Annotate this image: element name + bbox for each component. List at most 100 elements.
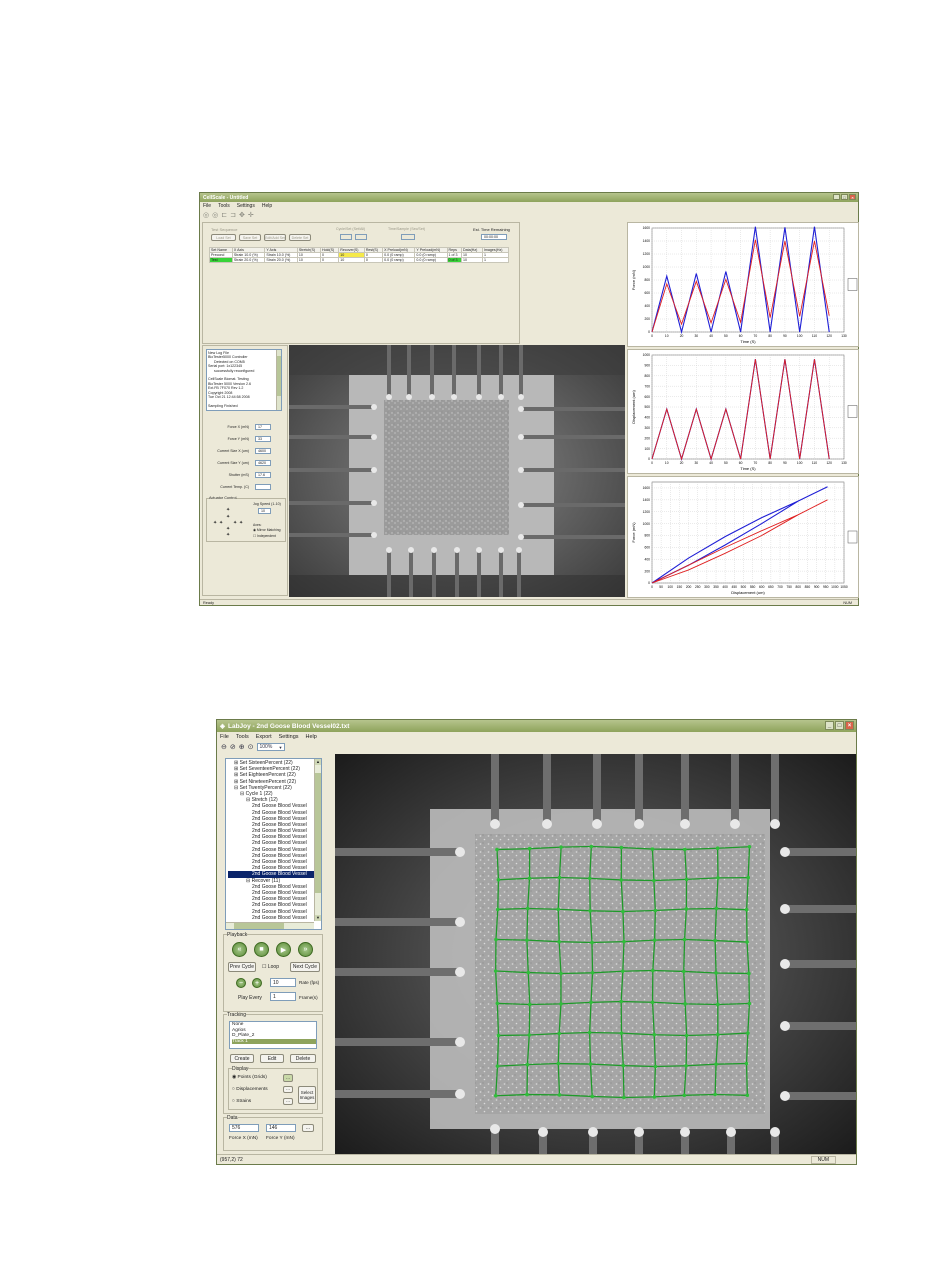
tracking-point[interactable]: [557, 939, 561, 944]
tree-scroll-thumb[interactable]: [315, 773, 321, 893]
tracking-point[interactable]: [653, 1064, 658, 1069]
rate-field[interactable]: 10: [270, 978, 296, 987]
tracking-point[interactable]: [714, 1062, 718, 1066]
tracking-point[interactable]: [716, 1032, 720, 1037]
edit-button[interactable]: Edit: [260, 1054, 284, 1063]
points-options-button[interactable]: ...: [283, 1074, 293, 1082]
delete-button[interactable]: Delete: [290, 1054, 316, 1063]
tracking-point[interactable]: [527, 1033, 532, 1037]
log-box[interactable]: New Log File BioTester5000 Controller Dete…: [206, 349, 282, 411]
tracking-point[interactable]: [588, 1062, 593, 1066]
menu-help[interactable]: Help: [262, 203, 272, 209]
menu-tools[interactable]: Tools: [236, 734, 249, 740]
tracking-point[interactable]: [527, 1002, 532, 1007]
tracking-point[interactable]: [557, 1093, 562, 1097]
stop-button[interactable]: ■: [254, 942, 269, 957]
tracked-image-view[interactable]: [335, 754, 856, 1154]
tracking-point[interactable]: [589, 1000, 593, 1005]
log-scrollbar[interactable]: [276, 350, 281, 410]
tracking-point[interactable]: [684, 1063, 688, 1068]
tracking-point[interactable]: [588, 909, 592, 913]
tree-hscroll-thumb[interactable]: [234, 923, 284, 929]
tracking-point[interactable]: [684, 907, 689, 911]
tracking-point[interactable]: [713, 938, 717, 943]
tracking-point[interactable]: [744, 1061, 749, 1066]
tracking-point[interactable]: [557, 1031, 562, 1036]
tracking-point[interactable]: [715, 846, 720, 851]
delete-set-button[interactable]: Delete Set: [289, 234, 311, 241]
table-row[interactable]: Test Strain 20.0 (%) Strain 20.0 (%) 10 0 10 0…: [209, 257, 510, 263]
tracking-point[interactable]: [619, 878, 624, 882]
tracking-point[interactable]: [622, 1095, 626, 1100]
tree-item[interactable]: 2nd Goose Blood Vessel: [228, 915, 319, 921]
move-icon[interactable]: ✥: [239, 211, 245, 220]
up-small-arrow-icon[interactable]: ✦: [226, 514, 230, 520]
up-arrow-icon[interactable]: ✦: [226, 507, 230, 513]
tracking-point[interactable]: [590, 970, 595, 975]
menu-settings[interactable]: Settings: [237, 203, 255, 209]
points-radio[interactable]: ◉ Points (Grids): [232, 1075, 267, 1080]
tracking-point[interactable]: [556, 1061, 561, 1066]
right-arrow-icon[interactable]: ✦: [239, 520, 243, 526]
tracking-point[interactable]: [652, 938, 657, 942]
tracking-point[interactable]: [527, 876, 532, 881]
tracking-point[interactable]: [559, 1002, 563, 1006]
menu-tools[interactable]: Tools: [218, 203, 230, 209]
stop-icon[interactable]: ◎: [212, 211, 218, 220]
tracking-point[interactable]: [496, 878, 501, 882]
tracking-point[interactable]: [559, 845, 563, 849]
zoom-out-icon[interactable]: ⊖: [221, 743, 227, 751]
tracking-list[interactable]: None Agrios D_Plate_2 Track 1: [229, 1021, 317, 1049]
independent-checkbox[interactable]: ☐ Independent: [253, 534, 276, 538]
tracking-point[interactable]: [587, 1030, 592, 1035]
tracking-point[interactable]: [652, 878, 656, 883]
tracking-point[interactable]: [590, 940, 594, 945]
tracking-point[interactable]: [746, 1031, 750, 1035]
chart-options-button[interactable]: [847, 405, 858, 418]
right-small-arrow-icon[interactable]: ✦: [233, 520, 237, 526]
displacements-options-button[interactable]: ...: [283, 1086, 293, 1093]
edit-set-button[interactable]: Edit/Add Set: [264, 234, 286, 241]
tracking-point[interactable]: [622, 939, 626, 944]
minimize-button[interactable]: _: [825, 721, 834, 730]
tracking-point[interactable]: [683, 1002, 687, 1006]
run-icon[interactable]: ◎: [203, 211, 209, 220]
image-tree[interactable]: ⊞ Set SixteenPercent (22) ⊞ Set Seventeen…: [225, 758, 322, 930]
tracking-point[interactable]: [745, 1093, 750, 1098]
live-camera-view[interactable]: [289, 345, 625, 597]
tracking-point[interactable]: [525, 906, 530, 911]
close-button[interactable]: ×: [849, 194, 856, 200]
chevron-down-icon[interactable]: ▼: [279, 745, 283, 750]
save-icon[interactable]: ⊐: [230, 211, 236, 220]
tracking-point[interactable]: [652, 1095, 657, 1099]
tree-hscrollbar[interactable]: [226, 922, 314, 929]
tracking-point[interactable]: [621, 1063, 626, 1068]
close-button[interactable]: ×: [845, 721, 854, 730]
loop-checkbox[interactable]: ☐ Loop: [262, 964, 279, 970]
tracking-point[interactable]: [556, 907, 561, 912]
tracking-point[interactable]: [525, 1092, 529, 1097]
tracking-point[interactable]: [745, 940, 749, 944]
tracking-point[interactable]: [650, 847, 655, 851]
jog-speed-field[interactable]: 10: [258, 508, 271, 514]
play-button[interactable]: ▶: [276, 942, 291, 957]
tracking-point[interactable]: [527, 846, 532, 851]
tracking-point[interactable]: [684, 1033, 689, 1038]
play-every-field[interactable]: 1: [270, 992, 296, 1001]
tracking-point[interactable]: [493, 969, 498, 973]
strains-radio[interactable]: ○ Strains: [232, 1099, 251, 1104]
tracking-point[interactable]: [494, 937, 498, 942]
tracking-point[interactable]: [557, 875, 562, 880]
load-icon[interactable]: ⊏: [221, 211, 227, 220]
tracking-point[interactable]: [744, 907, 749, 912]
tracking-point[interactable]: [651, 968, 655, 973]
prev-cycle-button[interactable]: Prev Cycle: [228, 962, 256, 972]
menu-file[interactable]: File: [203, 203, 211, 209]
strains-options-button[interactable]: ...: [283, 1098, 293, 1105]
fast-forward-button[interactable]: »: [298, 942, 313, 957]
left-small-arrow-icon[interactable]: ✦: [219, 520, 223, 526]
zoom-in-icon[interactable]: ⊕: [239, 743, 245, 751]
menu-help[interactable]: Help: [306, 734, 317, 740]
tracking-point[interactable]: [716, 1002, 720, 1007]
chart-options-button[interactable]: [847, 530, 858, 544]
